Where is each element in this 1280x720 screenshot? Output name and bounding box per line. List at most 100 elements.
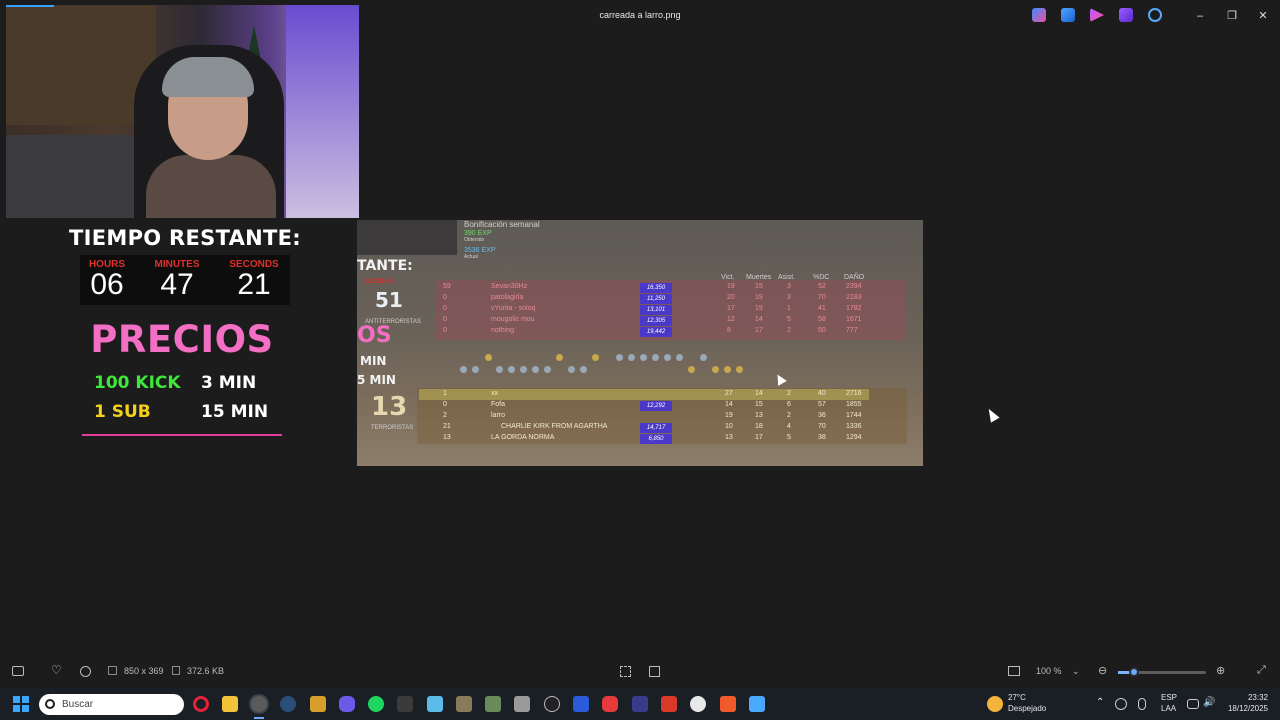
table-row: 0 nothing 19,442 8 17 2 50 777	[443, 327, 858, 337]
copilot-icon[interactable]	[1032, 8, 1046, 22]
active-app-indicator	[254, 717, 264, 719]
exp-obtained: 390 EXP	[464, 230, 492, 237]
chevron-down-icon[interactable]: ⌄	[1072, 666, 1080, 677]
language-code: ESP	[1161, 693, 1178, 702]
exp-current: 3536 EXP	[464, 247, 496, 254]
spotify-icon[interactable]	[368, 696, 384, 712]
timer-title: TIEMPO RESTANTE:	[69, 226, 301, 250]
filmstrip-icon[interactable]	[12, 666, 24, 676]
bonus-label: Bonificación semanal	[464, 220, 540, 229]
search-box[interactable]: Buscar	[39, 694, 184, 715]
notepad-icon[interactable]	[427, 696, 443, 712]
faceit-icon[interactable]	[310, 696, 326, 712]
chevron-up-icon[interactable]: ⌃	[1096, 697, 1104, 708]
car-game-icon[interactable]	[514, 696, 530, 712]
language-layout: LAA	[1161, 704, 1177, 713]
col-kills: Vict.	[721, 274, 735, 281]
steam-icon[interactable]	[280, 696, 296, 712]
table-row: 2 larro 19 13 2 36 1744	[443, 412, 862, 419]
game-icon[interactable]	[456, 696, 472, 712]
weather-temp: 27°C	[1008, 693, 1026, 702]
zoom-in-icon[interactable]: ⊕	[1216, 664, 1225, 677]
youtube-streamer-icon[interactable]	[661, 696, 677, 712]
table-row: 0 vYurita - soloq 13,101 17 19 1 41 1782	[443, 305, 862, 315]
opera-icon[interactable]	[193, 696, 209, 712]
obs-icon[interactable]	[544, 696, 560, 712]
current-label: Actual	[464, 254, 478, 260]
zoom-slider[interactable]	[1118, 667, 1206, 677]
weather-icon[interactable]	[987, 696, 1003, 712]
cloud-off-icon[interactable]	[1148, 8, 1162, 22]
search-icon	[45, 699, 55, 709]
close-button[interactable]: ✕	[1255, 8, 1271, 24]
streamer-icon[interactable]	[632, 696, 648, 712]
title-actions	[1032, 8, 1162, 22]
text-scan-icon[interactable]	[649, 666, 660, 677]
webcam-feed	[6, 5, 359, 218]
overlay-5min-fragment: 5 MIN	[357, 373, 396, 387]
in-game-cursor	[773, 372, 787, 386]
dimensions-icon	[108, 666, 117, 675]
zoom-level[interactable]: 100 %	[1036, 666, 1062, 676]
chrome-icon[interactable]	[251, 696, 267, 712]
table-row: 0 Fofa 12,292 14 15 6 57 1855	[443, 401, 862, 411]
remote-icon[interactable]	[602, 696, 618, 712]
image-canvas: Bonificación semanal 390 EXP Obtenido 35…	[357, 220, 923, 466]
price-time: 3 MIN	[201, 373, 257, 393]
info-icon[interactable]	[80, 666, 91, 677]
hours-value: 06	[90, 268, 124, 301]
language-indicator[interactable]: ESP LAA	[1161, 692, 1177, 714]
obtained-label: Obtenido	[464, 237, 485, 243]
microphone-icon[interactable]	[1138, 698, 1146, 710]
zoom-out-icon[interactable]: ⊖	[1098, 664, 1107, 677]
clock-date: 18/12/2025	[1227, 704, 1268, 713]
weather-widget[interactable]: 27°C Despejado	[1008, 692, 1046, 714]
video-editor-icon[interactable]	[1119, 8, 1133, 22]
maximize-button[interactable]: ❐	[1224, 8, 1240, 24]
overlay-title-fragment: TANTE:	[357, 258, 413, 274]
medal-icon[interactable]	[397, 696, 413, 712]
brave-icon[interactable]	[720, 696, 736, 712]
col-damage: DAÑO	[844, 274, 865, 281]
game2-icon[interactable]	[485, 696, 501, 712]
fit-to-window-icon[interactable]	[1008, 666, 1020, 676]
mouse-pointer	[984, 406, 1000, 423]
favorite-icon[interactable]: ♡	[51, 663, 62, 677]
price-time: 15 MIN	[201, 402, 269, 422]
start-button[interactable]	[13, 696, 29, 712]
paint-icon[interactable]	[1061, 8, 1075, 22]
app-icon[interactable]	[690, 696, 706, 712]
file-explorer-icon[interactable]	[222, 696, 238, 712]
volume-icon[interactable]: 🔊	[1203, 697, 1215, 708]
visual-search-icon[interactable]	[620, 666, 631, 677]
weather-desc: Despejado	[1008, 704, 1047, 713]
sync-icon[interactable]	[1115, 698, 1127, 710]
countdown-timer: HOURS 06 MINUTES 47 SECONDS 21	[80, 255, 290, 305]
network-icon[interactable]	[1187, 699, 1199, 709]
fullscreen-icon[interactable]: ⤢	[1257, 664, 1266, 677]
table-row-highlighted: 1 xx 27 14 2 40 2716	[419, 389, 869, 400]
table-row: 21 CHARLIE KIRK FROM AGARTHA 14,717 10 1…	[443, 423, 862, 433]
minimize-button[interactable]: –	[1192, 8, 1208, 24]
prices-title: PRECIOS	[90, 318, 274, 361]
col-hs: %DC	[813, 274, 830, 281]
search-placeholder: Buscar	[62, 699, 94, 710]
overlay-min-fragment: MIN	[360, 354, 387, 368]
price-item: 1 SUB	[94, 402, 151, 422]
vanguard-icon[interactable]	[573, 696, 589, 712]
clock[interactable]: 23:32 18/12/2025	[1226, 692, 1268, 714]
seconds-value: 21	[237, 268, 271, 301]
t-score: 13	[371, 392, 408, 422]
viewer-toolbar: ♡ 850 x 369 372.6 KB 100 % ⌄ ⊖ ⊕ ⤢	[0, 658, 1280, 686]
minutes-value: 47	[160, 268, 194, 301]
table-row: 0 mougolic mou 12,305 12 14 5 58 1671	[443, 316, 862, 326]
clipchamp-icon[interactable]	[1090, 8, 1104, 22]
table-row: 59 Sevan30Hz 16,350 19 15 3 52 2394	[443, 283, 862, 293]
discord-icon[interactable]	[339, 696, 355, 712]
overlay-seconds-value: 51	[375, 288, 403, 312]
taskbar: Buscar 27°C Despejado ⌃ ESP LAA 🔊 23:32 …	[0, 688, 1280, 720]
clock-time: 23:32	[1247, 693, 1268, 702]
file-size: 372.6 KB	[187, 666, 225, 676]
paint-taskbar-icon[interactable]	[749, 696, 765, 712]
col-assists: Asist.	[778, 274, 796, 281]
